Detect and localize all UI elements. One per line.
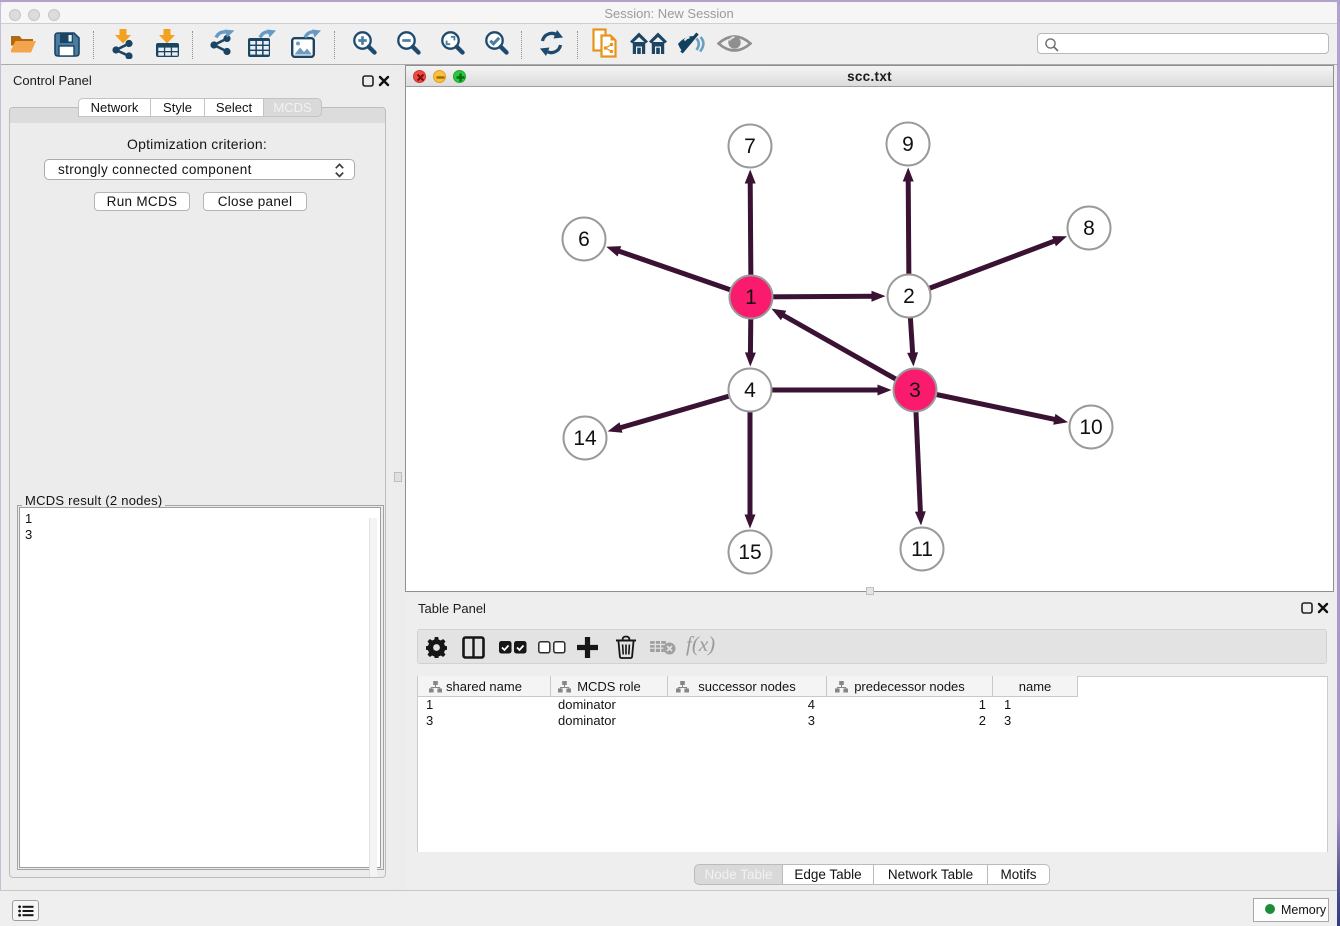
- svg-text:3: 3: [909, 379, 921, 402]
- svg-text:14: 14: [573, 427, 597, 450]
- svg-text:8: 8: [1083, 217, 1095, 240]
- svg-text:15: 15: [738, 541, 761, 564]
- svg-text:6: 6: [578, 228, 590, 251]
- svg-text:1: 1: [745, 286, 757, 309]
- svg-text:9: 9: [902, 133, 914, 156]
- svg-text:10: 10: [1079, 416, 1102, 439]
- svg-text:11: 11: [911, 538, 933, 561]
- svg-text:7: 7: [744, 135, 756, 158]
- svg-text:2: 2: [903, 285, 915, 308]
- svg-text:4: 4: [744, 379, 756, 402]
